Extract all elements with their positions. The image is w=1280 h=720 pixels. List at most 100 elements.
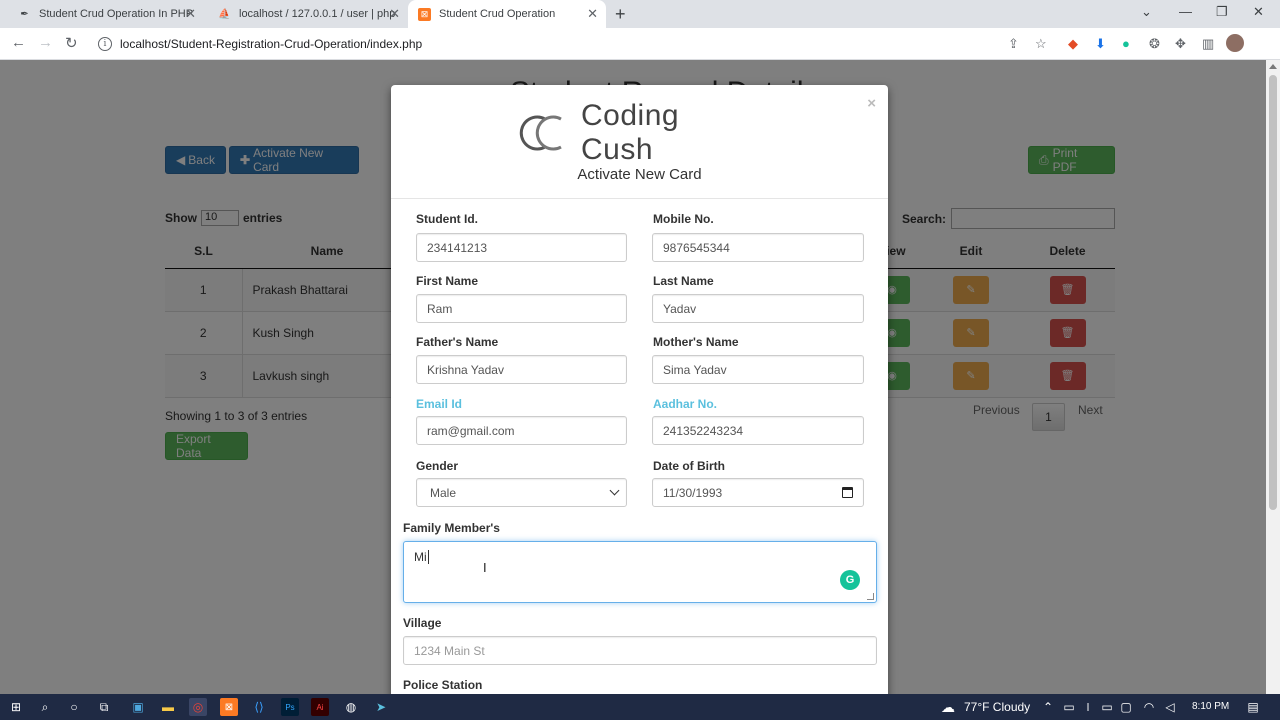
gender-select[interactable]: Male bbox=[416, 478, 627, 507]
scroll-up-arrow-icon[interactable] bbox=[1269, 64, 1277, 69]
dob-label: Date of Birth bbox=[653, 459, 725, 473]
close-window-icon[interactable]: ✕ bbox=[1253, 4, 1264, 20]
arrow-app-icon[interactable]: ➤ bbox=[372, 698, 390, 716]
modal-close-button[interactable]: × bbox=[867, 95, 876, 112]
village-label: Village bbox=[403, 616, 442, 630]
aadhar-label: Aadhar No. bbox=[653, 397, 718, 411]
activate-card-modal: × Coding Cush Activate New Card Student … bbox=[391, 85, 888, 694]
gender-value: Male bbox=[430, 485, 457, 500]
first-name-field[interactable]: Ram bbox=[416, 294, 627, 323]
tab-title: Student Crud Operation bbox=[439, 8, 556, 20]
puzzle-icon[interactable]: ✥ bbox=[1175, 36, 1186, 52]
family-members-value: Mi bbox=[414, 550, 427, 564]
father-name-field[interactable]: Krishna Yadav bbox=[416, 355, 627, 384]
ibeam-cursor-icon: I bbox=[483, 560, 487, 575]
family-members-textarea[interactable]: Mi I G bbox=[403, 541, 877, 603]
mobile-field[interactable]: 9876545344 bbox=[652, 233, 864, 262]
battery-icon[interactable]: ▭ bbox=[1098, 698, 1116, 716]
cloudy-weather-icon: ☁ bbox=[941, 698, 955, 715]
reload-icon[interactable]: ↻ bbox=[65, 34, 78, 52]
forward-arrow-icon[interactable]: → bbox=[38, 34, 53, 51]
photoshop-icon[interactable]: Ps bbox=[281, 698, 299, 716]
scrollbar-thumb[interactable] bbox=[1269, 75, 1277, 510]
mother-name-field[interactable]: Sima Yadav bbox=[652, 355, 864, 384]
monitor-icon[interactable]: ▢ bbox=[1117, 698, 1135, 716]
cortana-icon[interactable]: ○ bbox=[65, 698, 83, 716]
wifi-icon[interactable]: ◠ bbox=[1140, 698, 1158, 716]
color-extension-icon[interactable]: ◆ bbox=[1068, 36, 1078, 52]
sidebar-icon[interactable]: ▥ bbox=[1202, 36, 1214, 52]
page-scrollbar[interactable] bbox=[1266, 60, 1280, 694]
windows-start-icon[interactable]: ⊞ bbox=[7, 698, 25, 716]
close-tab-icon[interactable]: ✕ bbox=[389, 6, 400, 22]
close-tab-icon[interactable]: ✕ bbox=[185, 6, 196, 22]
back-arrow-icon[interactable]: ← bbox=[11, 34, 26, 51]
xampp-icon: ⊠ bbox=[418, 7, 431, 21]
dob-field[interactable]: 11/30/1993 bbox=[652, 478, 864, 507]
resize-handle[interactable] bbox=[867, 593, 874, 600]
coding-cush-logo: Coding Cush bbox=[519, 99, 749, 166]
tab-student-crud-operation[interactable]: ⊠ Student Crud Operation ✕ bbox=[408, 0, 606, 28]
email-label: Email Id bbox=[416, 397, 463, 411]
xampp-icon[interactable]: ⊠ bbox=[220, 698, 238, 716]
chevron-down-icon[interactable]: ⌄ bbox=[1141, 4, 1152, 20]
police-station-label: Police Station bbox=[403, 678, 483, 692]
mobile-label: Mobile No. bbox=[653, 212, 714, 226]
browser-toolbar: ← → ↻ i localhost/Student-Registration-C… bbox=[0, 28, 1280, 60]
modal-header: × Coding Cush Activate New Card bbox=[391, 85, 888, 199]
modal-title: Activate New Card bbox=[577, 166, 702, 183]
avatar[interactable] bbox=[1226, 34, 1244, 52]
close-tab-icon[interactable]: ✕ bbox=[587, 6, 598, 22]
chevron-down-icon bbox=[609, 485, 620, 496]
maximize-icon[interactable]: ❐ bbox=[1216, 4, 1228, 20]
vscode-icon[interactable]: ⟨⟩ bbox=[250, 698, 268, 716]
father-name-label: Father's Name bbox=[416, 335, 499, 349]
url-text: localhost/Student-Registration-Crud-Oper… bbox=[120, 37, 423, 51]
feather-icon: ✒ bbox=[20, 8, 29, 20]
microphone-icon[interactable]: ⏽ bbox=[1079, 698, 1097, 716]
first-name-label: First Name bbox=[416, 274, 479, 288]
last-name-field[interactable]: Yadav bbox=[652, 294, 864, 323]
download-extension-icon[interactable]: ⬇ bbox=[1095, 36, 1106, 52]
coding-cush-logo-icon bbox=[519, 115, 562, 151]
tab-phpmyadmin[interactable]: ⛵ localhost / 127.0.0.1 / user | php ✕ bbox=[208, 0, 408, 28]
obs-icon[interactable]: ◍ bbox=[342, 698, 360, 716]
aadhar-field[interactable]: 241352243234 bbox=[652, 416, 864, 445]
browser-tab-strip: ✒ Student Crud Operation In PHP V ✕ ⛵ lo… bbox=[0, 0, 1280, 28]
star-icon[interactable]: ☆ bbox=[1035, 36, 1047, 52]
minimize-icon[interactable]: — bbox=[1179, 4, 1192, 19]
tab-student-crud-video[interactable]: ✒ Student Crud Operation In PHP V ✕ bbox=[8, 0, 204, 28]
chrome-icon[interactable]: ◎ bbox=[189, 698, 207, 716]
file-explorer-icon[interactable]: ▬ bbox=[159, 698, 177, 716]
gender-label: Gender bbox=[416, 459, 459, 473]
email-field[interactable]: ram@gmail.com bbox=[416, 416, 627, 445]
grammarly-icon[interactable]: G bbox=[840, 570, 860, 590]
chevron-up-icon[interactable]: ⌃ bbox=[1039, 698, 1057, 716]
dob-value: 11/30/1993 bbox=[663, 485, 723, 500]
weather-text[interactable]: 77°F Cloudy bbox=[964, 700, 1030, 714]
last-name-label: Last Name bbox=[653, 274, 714, 288]
calendar-icon[interactable] bbox=[842, 487, 853, 498]
grammarly-icon[interactable]: ● bbox=[1122, 36, 1130, 51]
store-icon[interactable]: ▣ bbox=[129, 698, 147, 716]
phpmyadmin-icon: ⛵ bbox=[218, 8, 231, 20]
logo-text: Coding Cush bbox=[581, 99, 680, 166]
notification-icon[interactable]: ▤ bbox=[1244, 698, 1262, 716]
new-tab-button[interactable]: + bbox=[615, 4, 626, 25]
windows-taskbar: ⊞ ⌕ ○ ⧉ ▣ ▬ ◎ ⊠ ⟨⟩ Ps Ai ◍ ➤ ☁ 77°F Clou… bbox=[0, 694, 1280, 720]
info-icon[interactable]: i bbox=[98, 37, 112, 51]
village-field[interactable]: 1234 Main St bbox=[403, 636, 877, 665]
share-icon[interactable]: ⇪ bbox=[1008, 36, 1019, 52]
volume-icon[interactable]: ◁ bbox=[1161, 698, 1179, 716]
tab-title: localhost / 127.0.0.1 / user | php bbox=[239, 8, 396, 20]
text-cursor bbox=[427, 550, 429, 564]
student-id-field[interactable]: 234141213 bbox=[416, 233, 627, 262]
tab-title: Student Crud Operation In PHP V bbox=[39, 8, 194, 20]
acrobat-icon[interactable]: Ai bbox=[311, 698, 329, 716]
mother-name-label: Mother's Name bbox=[653, 335, 739, 349]
search-icon[interactable]: ⌕ bbox=[36, 698, 54, 716]
clock-time[interactable]: 8:10 PM bbox=[1192, 701, 1229, 712]
meet-icon[interactable]: ▭ bbox=[1060, 698, 1078, 716]
task-view-icon[interactable]: ⧉ bbox=[95, 698, 113, 716]
extension-gear-icon[interactable]: ❂ bbox=[1149, 36, 1160, 52]
